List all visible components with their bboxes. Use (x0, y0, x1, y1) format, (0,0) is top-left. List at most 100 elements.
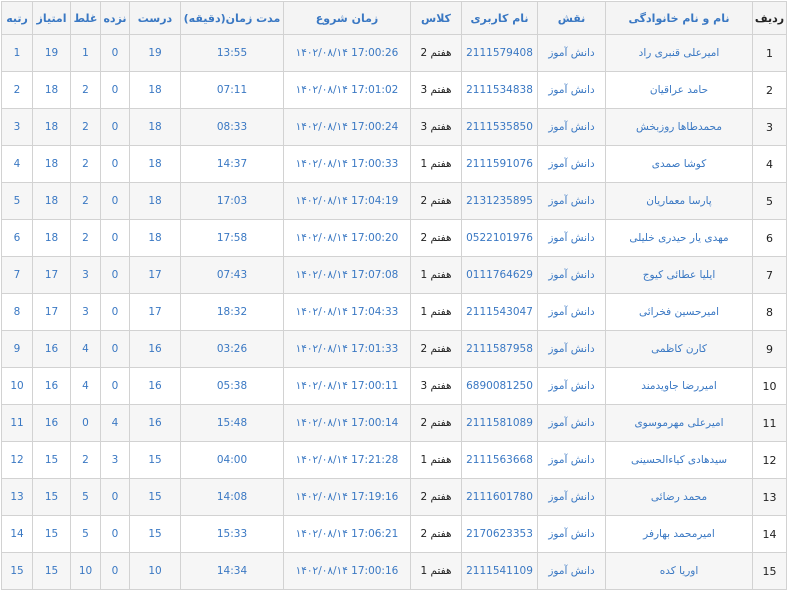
cell-role[interactable]: دانش آموز (537, 108, 606, 146)
cell-correct[interactable]: 15 (129, 515, 181, 553)
cell-start-time[interactable]: ۱۴۰۲/۰۸/۱۴ 17:00:11 (283, 367, 411, 405)
cell-start-time[interactable]: ۱۴۰۲/۰۸/۱۴ 17:21:28 (283, 441, 411, 479)
cell-duration[interactable]: 17:58 (180, 219, 284, 257)
cell-username[interactable]: 2131235895 (461, 182, 538, 220)
cell-score[interactable]: 16 (32, 367, 71, 405)
cell-start-time[interactable]: ۱۴۰۲/۰۸/۱۴ 17:07:08 (283, 256, 411, 294)
cell-duration[interactable]: 14:08 (180, 478, 284, 516)
cell-duration[interactable]: 15:48 (180, 404, 284, 442)
cell-unanswered[interactable]: 0 (100, 71, 130, 109)
header-score[interactable]: امتیاز (32, 1, 71, 35)
cell-name[interactable]: کوشا صمدی (605, 145, 753, 183)
cell-unanswered[interactable]: 0 (100, 478, 130, 516)
cell-start-time[interactable]: ۱۴۰۲/۰۸/۱۴ 17:00:33 (283, 145, 411, 183)
cell-correct[interactable]: 15 (129, 441, 181, 479)
cell-score[interactable]: 18 (32, 108, 71, 146)
cell-name[interactable]: حامد عراقیان (605, 71, 753, 109)
cell-username[interactable]: 0522101976 (461, 219, 538, 257)
cell-rank[interactable]: 5 (1, 182, 33, 220)
cell-name[interactable]: پارسا معماریان (605, 182, 753, 220)
cell-role[interactable]: دانش آموز (537, 478, 606, 516)
cell-name[interactable]: ایلیا عطائی کیوج (605, 256, 753, 294)
cell-wrong[interactable]: 2 (70, 219, 101, 257)
header-unanswered[interactable]: نزده (100, 1, 130, 35)
cell-duration[interactable]: 14:37 (180, 145, 284, 183)
cell-wrong[interactable]: 2 (70, 71, 101, 109)
cell-score[interactable]: 17 (32, 256, 71, 294)
cell-rank[interactable]: 13 (1, 478, 33, 516)
cell-role[interactable]: دانش آموز (537, 330, 606, 368)
cell-username[interactable]: 2111601780 (461, 478, 538, 516)
header-correct[interactable]: درست (129, 1, 181, 35)
cell-role[interactable]: دانش آموز (537, 219, 606, 257)
cell-duration[interactable]: 08:33 (180, 108, 284, 146)
cell-duration[interactable]: 17:03 (180, 182, 284, 220)
cell-wrong[interactable]: 1 (70, 34, 101, 72)
cell-username[interactable]: 2111581089 (461, 404, 538, 442)
cell-unanswered[interactable]: 0 (100, 219, 130, 257)
cell-rank[interactable]: 7 (1, 256, 33, 294)
cell-username[interactable]: 6890081250 (461, 367, 538, 405)
cell-rank[interactable]: 1 (1, 34, 33, 72)
cell-correct[interactable]: 15 (129, 478, 181, 516)
cell-rank[interactable]: 12 (1, 441, 33, 479)
cell-rank[interactable]: 2 (1, 71, 33, 109)
cell-start-time[interactable]: ۱۴۰۲/۰۸/۱۴ 17:00:14 (283, 404, 411, 442)
cell-name[interactable]: مهدی یار حیدری خلیلی (605, 219, 753, 257)
cell-role[interactable]: دانش آموز (537, 293, 606, 331)
cell-rank[interactable]: 10 (1, 367, 33, 405)
cell-unanswered[interactable]: 0 (100, 108, 130, 146)
cell-unanswered[interactable]: 0 (100, 293, 130, 331)
cell-username[interactable]: 2111591076 (461, 145, 538, 183)
cell-start-time[interactable]: ۱۴۰۲/۰۸/۱۴ 17:01:02 (283, 71, 411, 109)
cell-unanswered[interactable]: 0 (100, 182, 130, 220)
header-wrong[interactable]: غلط (70, 1, 101, 35)
cell-name[interactable]: محمدطاها روزبخش (605, 108, 753, 146)
cell-name[interactable]: امیرحسین فخرائی (605, 293, 753, 331)
cell-wrong[interactable]: 3 (70, 256, 101, 294)
cell-score[interactable]: 18 (32, 182, 71, 220)
cell-username[interactable]: 2111579408 (461, 34, 538, 72)
cell-name[interactable]: امیررضا جاویدمند (605, 367, 753, 405)
cell-score[interactable]: 15 (32, 478, 71, 516)
cell-wrong[interactable]: 0 (70, 404, 101, 442)
cell-role[interactable]: دانش آموز (537, 404, 606, 442)
cell-unanswered[interactable]: 0 (100, 145, 130, 183)
cell-rank[interactable]: 14 (1, 515, 33, 553)
cell-rank[interactable]: 11 (1, 404, 33, 442)
cell-unanswered[interactable]: 0 (100, 34, 130, 72)
cell-role[interactable]: دانش آموز (537, 515, 606, 553)
cell-role[interactable]: دانش آموز (537, 145, 606, 183)
cell-username[interactable]: 2111563668 (461, 441, 538, 479)
cell-correct[interactable]: 18 (129, 71, 181, 109)
cell-rank[interactable]: 4 (1, 145, 33, 183)
cell-duration[interactable]: 07:11 (180, 71, 284, 109)
cell-correct[interactable]: 16 (129, 367, 181, 405)
cell-unanswered[interactable]: 0 (100, 515, 130, 553)
cell-start-time[interactable]: ۱۴۰۲/۰۸/۱۴ 17:00:26 (283, 34, 411, 72)
cell-correct[interactable]: 16 (129, 330, 181, 368)
cell-username[interactable]: 0111764629 (461, 256, 538, 294)
cell-wrong[interactable]: 2 (70, 441, 101, 479)
cell-start-time[interactable]: ۱۴۰۲/۰۸/۱۴ 17:00:20 (283, 219, 411, 257)
cell-unanswered[interactable]: 0 (100, 256, 130, 294)
cell-score[interactable]: 19 (32, 34, 71, 72)
cell-score[interactable]: 17 (32, 293, 71, 331)
cell-duration[interactable]: 13:55 (180, 34, 284, 72)
cell-rank[interactable]: 3 (1, 108, 33, 146)
cell-wrong[interactable]: 5 (70, 515, 101, 553)
cell-correct[interactable]: 18 (129, 145, 181, 183)
cell-wrong[interactable]: 4 (70, 330, 101, 368)
header-radif[interactable]: ردیف (752, 1, 787, 35)
cell-role[interactable]: دانش آموز (537, 367, 606, 405)
cell-role[interactable]: دانش آموز (537, 441, 606, 479)
header-username[interactable]: نام کاربری (461, 1, 538, 35)
cell-name[interactable]: امیرعلی قنبری راد (605, 34, 753, 72)
cell-correct[interactable]: 18 (129, 108, 181, 146)
cell-wrong[interactable]: 2 (70, 108, 101, 146)
cell-username[interactable]: 2170623353 (461, 515, 538, 553)
cell-start-time[interactable]: ۱۴۰۲/۰۸/۱۴ 17:06:21 (283, 515, 411, 553)
cell-correct[interactable]: 18 (129, 182, 181, 220)
cell-score[interactable]: 16 (32, 330, 71, 368)
cell-wrong[interactable]: 3 (70, 293, 101, 331)
